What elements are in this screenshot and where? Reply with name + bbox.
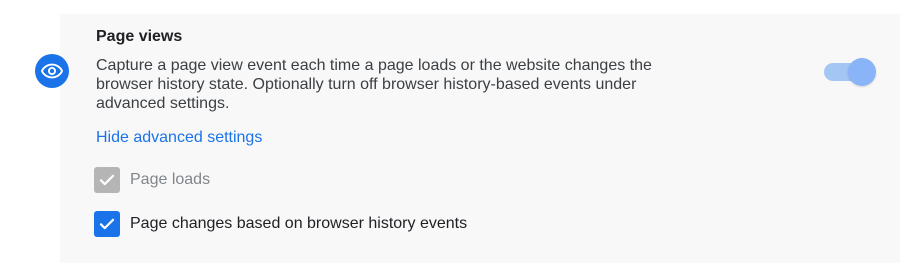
description-line: advanced settings. — [96, 95, 230, 112]
toggle-thumb — [848, 58, 876, 86]
option-page-loads: Page loads — [94, 167, 210, 193]
checkmark-icon — [99, 174, 115, 186]
option-history-events[interactable]: Page changes based on browser history ev… — [94, 211, 467, 237]
hide-advanced-settings-link[interactable]: Hide advanced settings — [96, 128, 262, 148]
history-events-label[interactable]: Page changes based on browser history ev… — [130, 214, 467, 234]
page-loads-label: Page loads — [130, 171, 211, 188]
page-views-toggle[interactable] — [824, 58, 876, 86]
section-description: Capture a page view event each time a pa… — [96, 56, 756, 113]
description-line: browser history state. Optionally turn o… — [96, 76, 637, 93]
checkmark-icon — [99, 218, 115, 230]
page-loads-checkbox — [94, 167, 120, 193]
eye-icon — [35, 54, 69, 88]
description-line: Capture a page view event each time a pa… — [96, 57, 652, 74]
section-title: Page views — [96, 28, 183, 45]
history-events-checkbox[interactable] — [94, 211, 120, 237]
